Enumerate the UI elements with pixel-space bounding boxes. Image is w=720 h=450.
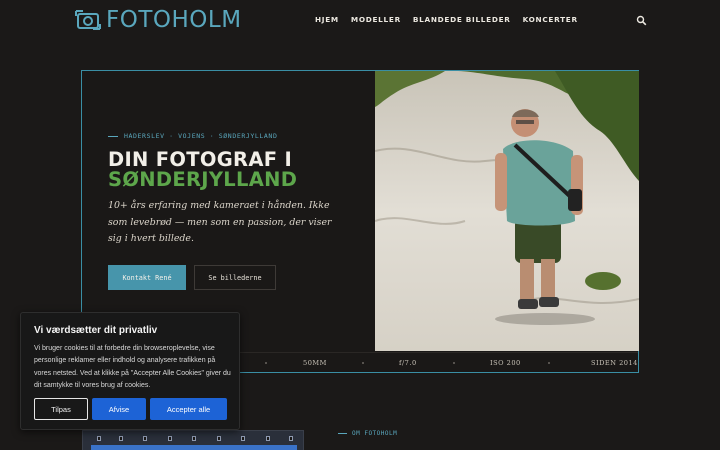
logo[interactable]: FOTOHOLM: [74, 8, 242, 32]
cookie-reject-button[interactable]: Afvise: [92, 398, 146, 420]
film-hole: [241, 436, 245, 441]
film-hole: [266, 436, 270, 441]
cookie-customize-button[interactable]: Tilpas: [34, 398, 88, 420]
hero-title: DIN FOTOGRAF I SØNDERJYLLAND: [108, 150, 297, 190]
film-hole: [97, 436, 101, 441]
film-frame: [91, 445, 297, 450]
hero-title-line2: SØNDERJYLLAND: [108, 168, 298, 191]
eyebrow-line: [108, 135, 118, 137]
spec-separator: [453, 362, 455, 364]
contact-button[interactable]: Kontakt René: [108, 265, 186, 290]
about-eyebrow: OM FOTOHOLM: [338, 430, 397, 437]
camera-logo-icon: [75, 10, 101, 30]
hero-photo: [375, 71, 639, 351]
hero-title-line1: DIN FOTOGRAF I: [108, 148, 293, 171]
film-hole: [192, 436, 196, 441]
main-nav: HJEM MODELLER BLANDEDE BILLEDER KONCERTE…: [315, 15, 578, 24]
about-eyebrow-text: OM FOTOHOLM: [352, 430, 398, 437]
spec-focal-length: 50MM: [303, 359, 327, 367]
eyebrow-line: [338, 433, 347, 434]
photographer-photo-image: [375, 71, 639, 351]
nav-item-modeller[interactable]: MODELLER: [351, 15, 401, 24]
film-hole: [119, 436, 123, 441]
spec-aperture: f/7.0: [399, 359, 417, 367]
spec-since: SIDEN 2014: [591, 359, 638, 367]
spec-separator: [362, 362, 364, 364]
film-hole: [289, 436, 293, 441]
hero-eyebrow: HADERSLEV · VOJENS · SØNDERJYLLAND: [108, 132, 277, 140]
logo-text: FOTOHOLM: [106, 7, 242, 33]
film-hole: [217, 436, 221, 441]
cookie-consent-banner: Vi værdsætter dit privatliv Vi bruger co…: [20, 312, 240, 430]
search-icon[interactable]: [636, 15, 647, 26]
hero-lead: 10+ års erfaring med kameraet i hånden. …: [108, 200, 332, 244]
nav-item-koncerter[interactable]: KONCERTER: [523, 15, 578, 24]
nav-item-blandede-billeder[interactable]: BLANDEDE BILLEDER: [413, 15, 511, 24]
spec-separator: [548, 362, 550, 364]
nav-item-hjem[interactable]: HJEM: [315, 15, 339, 24]
film-hole: [168, 436, 172, 441]
hero-eyebrow-text: HADERSLEV · VOJENS · SØNDERJYLLAND: [124, 132, 278, 140]
filmstrip-image: [82, 430, 304, 450]
film-hole: [143, 436, 147, 441]
cookie-title: Vi værdsætter dit privatliv: [34, 325, 158, 336]
cookie-accept-all-button[interactable]: Accepter alle: [150, 398, 227, 420]
cookie-text: Vi bruger cookies til at forbedre din br…: [34, 345, 231, 389]
spec-separator: [265, 362, 267, 364]
see-photos-button[interactable]: Se billederne: [194, 265, 276, 290]
site-header: FOTOHOLM HJEM MODELLER BLANDEDE BILLEDER…: [0, 0, 720, 42]
spec-iso: ISO 200: [490, 359, 521, 367]
